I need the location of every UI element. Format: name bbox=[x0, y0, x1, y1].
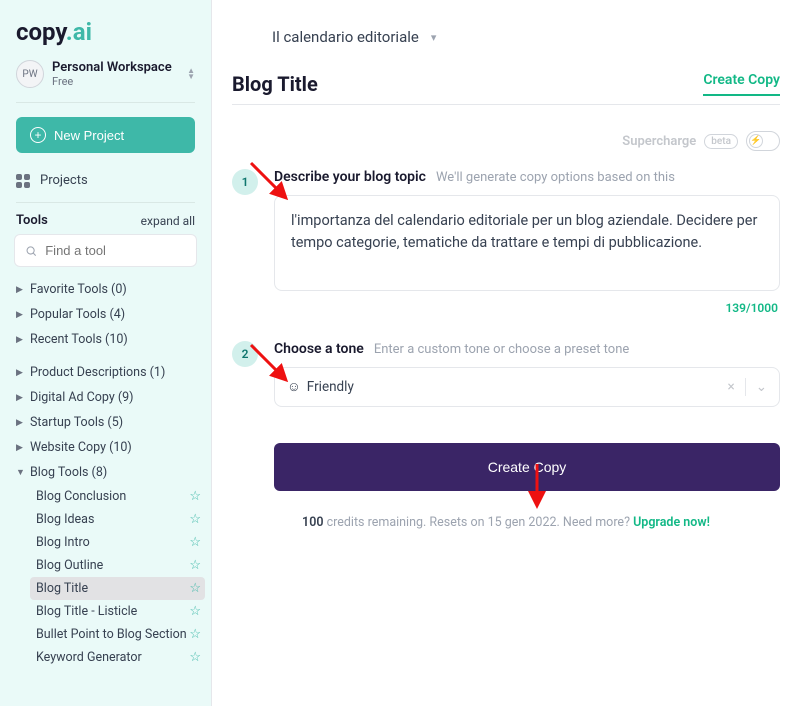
upgrade-link[interactable]: Upgrade now! bbox=[633, 515, 710, 530]
search-icon bbox=[25, 244, 37, 258]
beta-badge: beta bbox=[704, 134, 738, 149]
smile-icon: ☺ bbox=[287, 379, 301, 395]
tool-group[interactable]: ▶Website Copy (10) bbox=[16, 435, 205, 460]
step-2: 2 Choose a tone Enter a custom tone or c… bbox=[232, 341, 780, 435]
workspace-plan: Free bbox=[52, 75, 179, 88]
tool-group[interactable]: ▶Startup Tools (5) bbox=[16, 410, 205, 435]
bolt-icon: ⚡ bbox=[749, 134, 763, 148]
plus-circle-icon: + bbox=[30, 127, 46, 143]
tools-heading: Tools bbox=[16, 213, 48, 228]
star-icon[interactable]: ☆ bbox=[189, 512, 201, 527]
caret-right-icon: ▶ bbox=[16, 285, 24, 295]
step-title: Choose a tone bbox=[274, 341, 364, 357]
expand-all-link[interactable]: expand all bbox=[141, 214, 195, 228]
step-number: 1 bbox=[232, 169, 258, 195]
breadcrumb[interactable]: Il calendario editoriale ▾ bbox=[232, 0, 780, 62]
chevron-down-icon: ▾ bbox=[431, 31, 437, 44]
caret-right-icon: ▶ bbox=[16, 368, 24, 378]
star-icon[interactable]: ☆ bbox=[189, 581, 201, 596]
step-hint: Enter a custom tone or choose a preset t… bbox=[374, 342, 629, 357]
tool-item[interactable]: Keyword Generator☆ bbox=[30, 646, 205, 669]
caret-right-icon: ▶ bbox=[16, 393, 24, 403]
tool-list[interactable]: ▶Favorite Tools (0) ▶Popular Tools (4) ▶… bbox=[0, 277, 211, 706]
workspace-avatar: PW bbox=[16, 60, 44, 88]
main-panel: Il calendario editoriale ▾ Blog Title Cr… bbox=[212, 0, 800, 706]
clear-icon[interactable]: × bbox=[727, 379, 734, 395]
star-icon[interactable]: ☆ bbox=[189, 535, 201, 550]
char-count: 139/1000 bbox=[276, 301, 778, 315]
create-copy-button[interactable]: Create Copy bbox=[274, 443, 780, 491]
topic-textarea[interactable] bbox=[274, 195, 780, 291]
grid-icon bbox=[16, 174, 30, 188]
tool-group[interactable]: ▶Digital Ad Copy (9) bbox=[16, 385, 205, 410]
caret-right-icon: ▶ bbox=[16, 418, 24, 428]
caret-right-icon: ▶ bbox=[16, 443, 24, 453]
star-icon[interactable]: ☆ bbox=[189, 604, 201, 619]
tool-group[interactable]: ▶Recent Tools (10) bbox=[16, 327, 205, 352]
star-icon[interactable]: ☆ bbox=[189, 650, 201, 665]
step-number: 2 bbox=[232, 341, 258, 367]
tool-item[interactable]: Bullet Point to Blog Section☆ bbox=[30, 623, 205, 646]
search-input[interactable] bbox=[45, 243, 186, 258]
chevron-updown-icon: ▲▼ bbox=[187, 68, 195, 80]
tool-group-blog[interactable]: ▼Blog Tools (8) bbox=[16, 460, 205, 485]
nav-projects[interactable]: Projects bbox=[0, 167, 211, 202]
caret-down-icon: ▼ bbox=[16, 467, 24, 478]
workspace-name: Personal Workspace bbox=[52, 60, 179, 75]
tool-item[interactable]: Blog Outline☆ bbox=[30, 554, 205, 577]
star-icon[interactable]: ☆ bbox=[189, 558, 201, 573]
caret-right-icon: ▶ bbox=[16, 335, 24, 345]
tone-select[interactable]: ☺ Friendly × ⌄ bbox=[274, 367, 780, 407]
new-project-button[interactable]: + New Project bbox=[16, 117, 195, 153]
supercharge-row: Supercharge beta ⚡ bbox=[232, 125, 780, 169]
tool-item-active[interactable]: Blog Title☆ bbox=[30, 577, 205, 600]
tool-search[interactable] bbox=[14, 234, 197, 267]
tool-item[interactable]: Blog Conclusion☆ bbox=[30, 485, 205, 508]
chevron-down-icon[interactable]: ⌄ bbox=[756, 379, 767, 395]
tool-item[interactable]: Blog Title - Listicle☆ bbox=[30, 600, 205, 623]
tool-item[interactable]: Blog Intro☆ bbox=[30, 531, 205, 554]
credits-info: 100 credits remaining. Resets on 15 gen … bbox=[232, 515, 780, 530]
logo: copy.ai bbox=[0, 0, 211, 56]
star-icon[interactable]: ☆ bbox=[189, 489, 201, 504]
star-icon[interactable]: ☆ bbox=[189, 627, 201, 642]
supercharge-toggle[interactable]: ⚡ bbox=[746, 131, 780, 151]
sidebar: copy.ai PW Personal Workspace Free ▲▼ + … bbox=[0, 0, 212, 706]
step-1: 1 Describe your blog topic We'll generat… bbox=[232, 169, 780, 333]
tool-group[interactable]: ▶Favorite Tools (0) bbox=[16, 277, 205, 302]
tool-group[interactable]: ▶Product Descriptions (1) bbox=[16, 360, 205, 385]
tool-group[interactable]: ▶Popular Tools (4) bbox=[16, 302, 205, 327]
caret-right-icon: ▶ bbox=[16, 310, 24, 320]
workspace-switcher[interactable]: PW Personal Workspace Free ▲▼ bbox=[0, 56, 211, 102]
tab-create-copy[interactable]: Create Copy bbox=[703, 72, 780, 96]
step-hint: We'll generate copy options based on thi… bbox=[436, 170, 675, 185]
step-title: Describe your blog topic bbox=[274, 169, 426, 185]
page-title: Blog Title bbox=[232, 72, 318, 96]
tool-item[interactable]: Blog Ideas☆ bbox=[30, 508, 205, 531]
